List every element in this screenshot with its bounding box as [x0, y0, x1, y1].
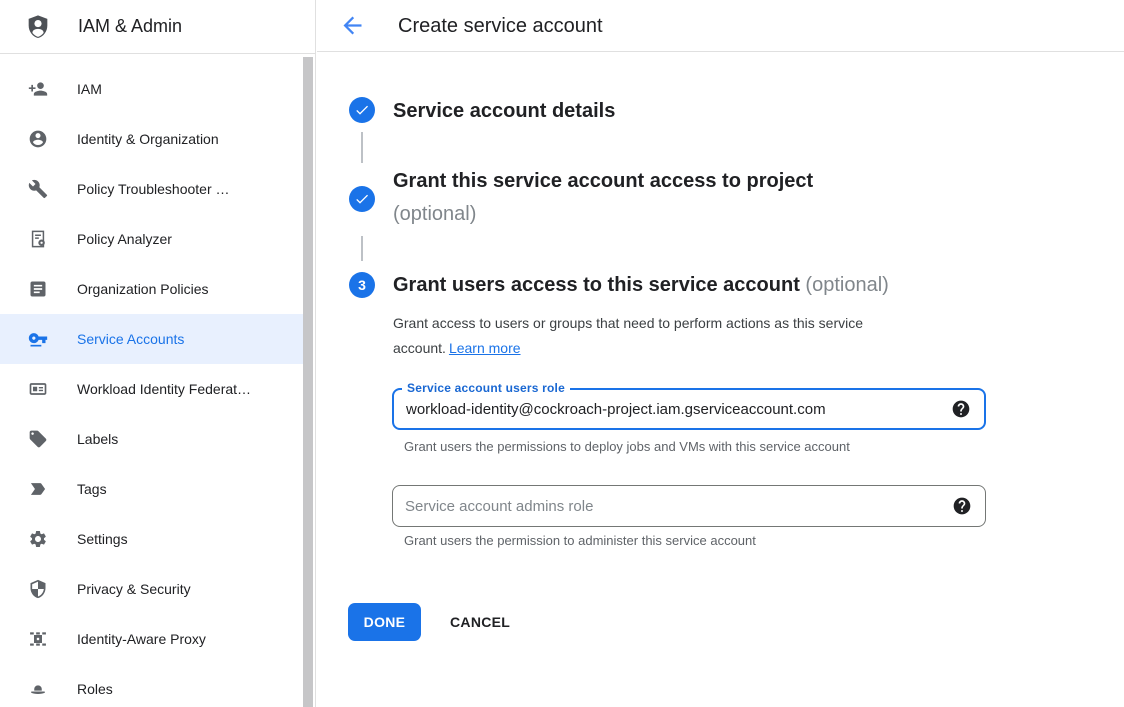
sidebar-item-label: Labels — [77, 431, 118, 447]
sidebar-item-labels[interactable]: Labels — [0, 414, 303, 464]
policy-analyzer-icon — [28, 229, 48, 249]
step-connector — [361, 132, 363, 163]
service-account-admins-role-field — [392, 485, 986, 527]
sidebar-item-iam[interactable]: IAM — [0, 64, 303, 114]
sidebar-item-label: Privacy & Security — [77, 581, 191, 597]
sidebar-item-policy-troubleshooter[interactable]: Policy Troubleshooter … — [0, 164, 303, 214]
service-account-admins-role-input[interactable] — [405, 486, 933, 526]
sidebar-item-label: Policy Analyzer — [77, 231, 172, 247]
shield-half-icon — [28, 579, 48, 599]
sidebar-item-privacy-security[interactable]: Privacy & Security — [0, 564, 303, 614]
key-icon — [28, 329, 48, 349]
wizard-content: Service account details Grant this servi… — [317, 0, 1124, 707]
sidebar-item-label: Policy Troubleshooter … — [77, 181, 230, 197]
iam-shield-logo-icon — [24, 13, 52, 41]
service-account-users-role-input[interactable] — [406, 390, 932, 428]
sidebar-item-tags[interactable]: Tags — [0, 464, 303, 514]
iam-admin-page: IAM & Admin IAM Identity & Organization … — [0, 0, 1124, 707]
wrench-icon — [28, 179, 48, 199]
step-connector — [361, 236, 363, 261]
person-add-icon — [28, 79, 48, 99]
account-circle-icon — [28, 129, 48, 149]
sidebar-nav: IAM Identity & Organization Policy Troub… — [0, 54, 315, 707]
step-3-title-text: Grant users access to this service accou… — [393, 274, 800, 296]
sidebar-item-label: Service Accounts — [77, 331, 184, 347]
sidebar-scrollbar-thumb[interactable] — [303, 57, 313, 707]
sidebar-item-policy-analyzer[interactable]: Policy Analyzer — [0, 214, 303, 264]
sidebar-item-label: Organization Policies — [77, 281, 209, 297]
sidebar-item-roles[interactable]: Roles — [0, 664, 303, 707]
sidebar-item-label: Tags — [77, 481, 107, 497]
cancel-button[interactable]: CANCEL — [450, 603, 510, 641]
gear-icon — [28, 529, 48, 549]
sidebar-item-label: Roles — [77, 681, 113, 697]
iap-icon — [28, 629, 48, 649]
sidebar-title: IAM & Admin — [78, 0, 182, 53]
sidebar-item-identity-aware-proxy[interactable]: Identity-Aware Proxy — [0, 614, 303, 664]
step-2-complete-check-icon — [349, 186, 375, 212]
label-arrow-icon — [28, 479, 48, 499]
step-2-optional-label: (optional) — [393, 198, 993, 231]
step-2-title-text: Grant this service account access to pro… — [393, 170, 813, 192]
sidebar-item-service-accounts[interactable]: Service Accounts — [0, 314, 303, 364]
sidebar-item-identity-organization[interactable]: Identity & Organization — [0, 114, 303, 164]
help-icon[interactable] — [951, 399, 971, 419]
step-3-number: 3 — [358, 277, 366, 293]
step-3-optional-label: (optional) — [805, 274, 888, 296]
sidebar-item-label: Workload Identity Federat… — [77, 381, 251, 397]
sidebar-header: IAM & Admin — [0, 0, 315, 54]
sidebar-item-label: Identity-Aware Proxy — [77, 631, 206, 647]
service-account-users-role-field: Service account users role — [392, 388, 986, 430]
step-3-number-badge: 3 — [349, 272, 375, 298]
hat-icon — [28, 679, 48, 699]
admins-role-helper-text: Grant users the permission to administer… — [404, 533, 756, 548]
help-icon[interactable] — [952, 496, 972, 516]
step-1-title[interactable]: Service account details — [393, 99, 615, 123]
sidebar-item-label: Settings — [77, 531, 128, 547]
check-icon — [354, 191, 370, 207]
sidebar-item-label: Identity & Organization — [77, 131, 219, 147]
card-icon — [28, 379, 48, 399]
step-2-title[interactable]: Grant this service account access to pro… — [393, 165, 993, 231]
learn-more-link[interactable]: Learn more — [449, 340, 521, 356]
main-panel: Create service account Service account d… — [317, 0, 1124, 707]
sidebar-item-label: IAM — [77, 81, 102, 97]
tag-icon — [28, 429, 48, 449]
sidebar: IAM & Admin IAM Identity & Organization … — [0, 0, 316, 707]
check-icon — [354, 102, 370, 118]
users-role-helper-text: Grant users the permissions to deploy jo… — [404, 439, 850, 454]
sidebar-item-workload-identity-federat[interactable]: Workload Identity Federat… — [0, 364, 303, 414]
done-button[interactable]: DONE — [348, 603, 421, 641]
step-1-title-text: Service account details — [393, 100, 615, 122]
step-3-title: Grant users access to this service accou… — [393, 273, 1033, 297]
step-1-complete-check-icon — [349, 97, 375, 123]
sidebar-item-settings[interactable]: Settings — [0, 514, 303, 564]
sidebar-item-organization-policies[interactable]: Organization Policies — [0, 264, 303, 314]
step-3-description: Grant access to users or groups that nee… — [393, 311, 953, 361]
article-icon — [28, 279, 48, 299]
